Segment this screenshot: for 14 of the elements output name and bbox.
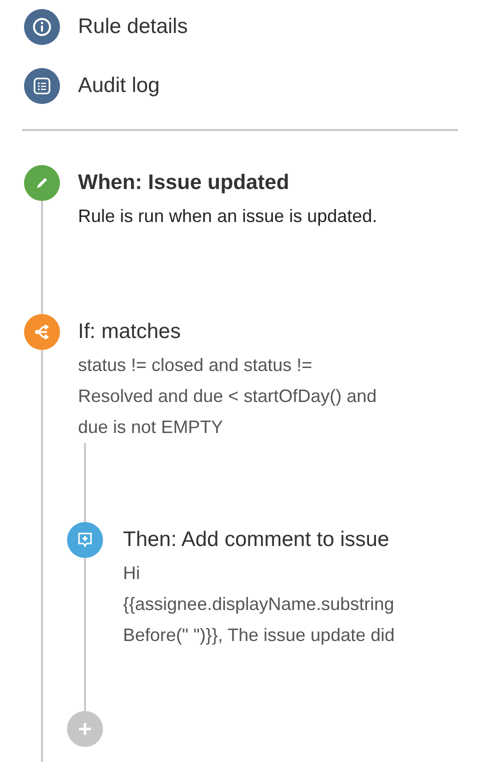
info-icon[interactable] bbox=[24, 9, 60, 45]
nav-link[interactable]: Audit log bbox=[78, 74, 160, 98]
step-title[interactable]: If: matches bbox=[78, 314, 395, 350]
comment-icon[interactable] bbox=[67, 522, 103, 558]
add-icon[interactable] bbox=[67, 711, 103, 747]
step-description: status != closed and status != Resolved and due < startOfDay() and due is not EMPTY bbox=[78, 354, 378, 439]
step-title[interactable]: Then: Add comment to issue bbox=[123, 522, 395, 558]
step-title[interactable]: When: Issue updated bbox=[78, 165, 378, 201]
list-icon[interactable] bbox=[24, 68, 60, 104]
step-description: Hi {{assignee.displayName.substring Before(" ")}}, The issue update did bbox=[123, 562, 395, 647]
nav-link[interactable]: Rule details bbox=[78, 15, 188, 39]
step-description: Rule is run when an issue is updated. bbox=[78, 205, 378, 228]
branch-icon[interactable] bbox=[24, 314, 60, 350]
pencil-icon[interactable] bbox=[24, 165, 60, 201]
